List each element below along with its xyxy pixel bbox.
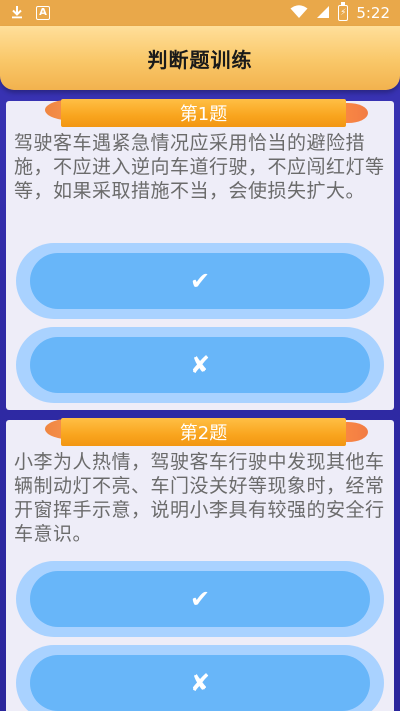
question-text: 驾驶客车遇紧急情况应采用恰当的避险措施，不应进入逆向车道行驶，不应闯红灯等等，如…: [14, 132, 385, 202]
download-icon: [10, 5, 24, 22]
question-number: 第1题: [179, 104, 228, 125]
check-icon: ✔: [189, 585, 211, 613]
question-number: 第2题: [179, 423, 228, 444]
wifi-icon: [290, 4, 308, 22]
battery-charging-icon: ⚡: [338, 2, 349, 21]
question-ribbon: 第1题: [45, 99, 368, 127]
answer-false-button[interactable]: ✘: [16, 327, 384, 403]
cross-icon: ✘: [189, 669, 211, 697]
answer-false-button[interactable]: ✘: [16, 645, 384, 711]
question-card: 第1题 驾驶客车遇紧急情况应采用恰当的避险措施，不应进入逆向车道行驶，不应闯红灯…: [6, 99, 394, 410]
status-time: 5:22: [356, 4, 390, 22]
answer-true-button[interactable]: ✔: [16, 243, 384, 319]
question-ribbon: 第2题: [45, 418, 368, 446]
cross-icon: ✘: [189, 351, 211, 379]
header: 判断题训练: [0, 26, 400, 90]
a-icon: A: [36, 6, 50, 20]
page-title: 判断题训练: [147, 47, 253, 72]
status-bar: A ⚡ 5:22: [0, 0, 400, 26]
answer-true-button[interactable]: ✔: [16, 561, 384, 637]
signal-icon: [316, 5, 330, 22]
question-text: 小李为人热情，驾驶客车行驶中发现其他车辆制动灯不亮、车门没关好等现象时，经常开窗…: [14, 451, 385, 545]
check-icon: ✔: [189, 267, 211, 295]
question-card: 第2题 小李为人热情，驾驶客车行驶中发现其他车辆制动灯不亮、车门没关好等现象时，…: [6, 418, 394, 711]
